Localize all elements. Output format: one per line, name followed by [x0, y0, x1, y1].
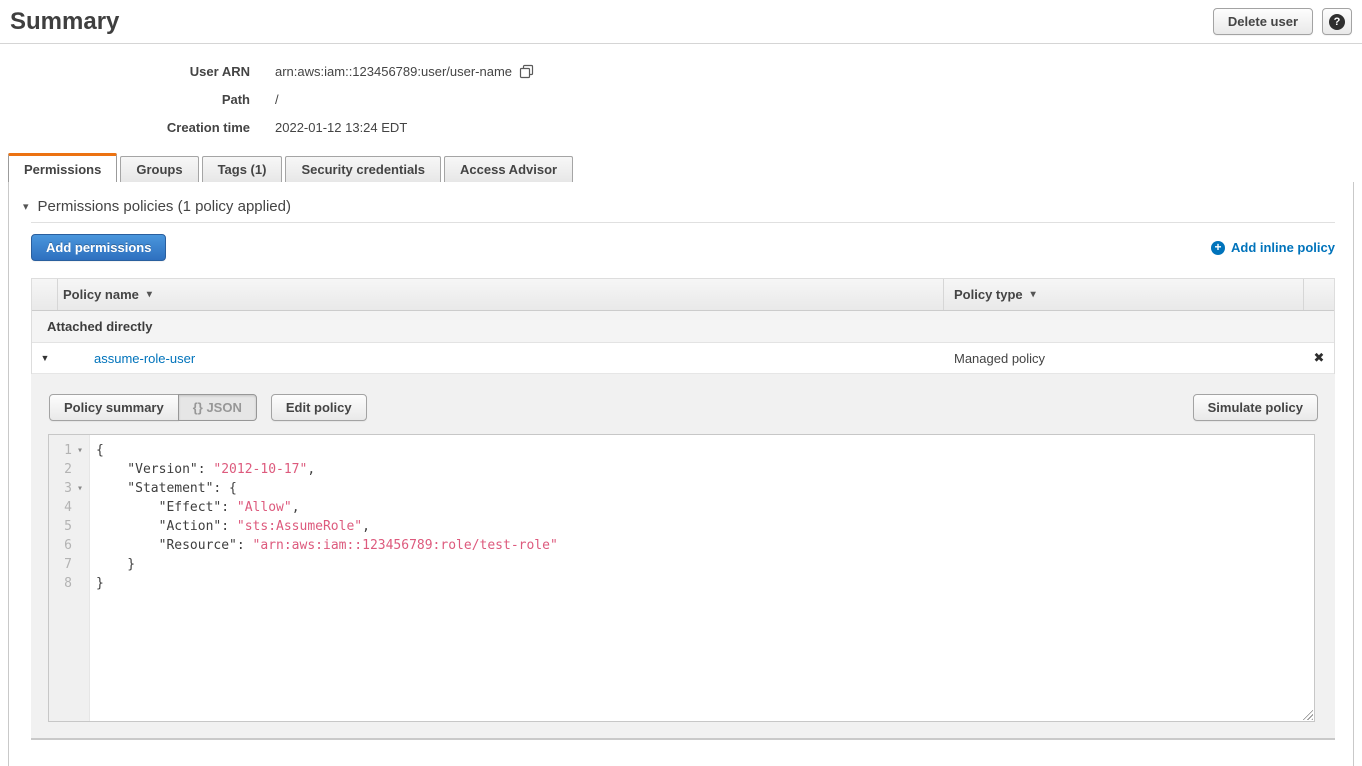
code-line: 5 "Action": "sts:AssumeRole", — [49, 517, 1314, 536]
line-number: 7 — [49, 555, 72, 574]
simulate-policy-button[interactable]: Simulate policy — [1193, 394, 1318, 421]
tab-groups[interactable]: Groups — [120, 156, 198, 182]
tab-tags[interactable]: Tags (1) — [202, 156, 283, 182]
info-row-path: Path / — [0, 92, 1362, 107]
line-number: 8 — [49, 574, 72, 593]
policy-name-column-header[interactable]: Policy name ▾ — [58, 279, 944, 310]
path-value: / — [275, 92, 279, 107]
code-line: 2 "Version": "2012-10-17", — [49, 460, 1314, 479]
line-number: 2 — [49, 460, 72, 479]
line-number: 5 — [49, 517, 72, 536]
group-row-label: Attached directly — [47, 319, 152, 334]
json-view-button[interactable]: {} JSON — [178, 394, 257, 421]
fold-spacer — [72, 460, 88, 479]
fold-spacer — [72, 498, 88, 517]
add-inline-policy-link[interactable]: + Add inline policy — [1211, 240, 1335, 255]
code-line: 4 "Effect": "Allow", — [49, 498, 1314, 517]
table-header-row: Policy name ▾ Policy type ▾ — [32, 279, 1334, 311]
policy-table-row: ▼ assume-role-user Managed policy ✖ — [32, 343, 1334, 374]
code-text: { — [90, 441, 104, 460]
tab-access-advisor[interactable]: Access Advisor — [444, 156, 573, 182]
path-label: Path — [0, 92, 250, 107]
fold-caret-icon[interactable]: ▾ — [72, 441, 88, 460]
attached-policies-table: Policy name ▾ Policy type ▾ Attached dir… — [31, 278, 1335, 374]
user-arn-label: User ARN — [0, 64, 250, 79]
permissions-policies-heading: Permissions policies (1 policy applied) — [38, 198, 291, 215]
code-text: } — [90, 574, 104, 593]
header-actions: Delete user ? — [1213, 8, 1352, 35]
section-collapse-caret-icon: ▾ — [23, 200, 29, 213]
user-arn-value: arn:aws:iam::123456789:user/user-name — [275, 64, 512, 79]
page-title: Summary — [10, 8, 119, 36]
detach-column-header — [1304, 279, 1334, 310]
fold-spacer — [72, 517, 88, 536]
policy-json-editor[interactable]: 1▾{2 "Version": "2012-10-17",3▾ "Stateme… — [48, 434, 1315, 722]
code-text: "Effect": "Allow", — [90, 498, 300, 517]
expander-column-header — [32, 279, 58, 310]
code-line: 7 } — [49, 555, 1314, 574]
tab-permissions[interactable]: Permissions — [8, 153, 117, 182]
code-text: "Statement": { — [90, 479, 237, 498]
code-text: "Resource": "arn:aws:iam::123456789:role… — [90, 536, 558, 555]
policy-type-column-header[interactable]: Policy type ▾ — [944, 279, 1304, 310]
code-text: } — [90, 555, 135, 574]
add-inline-policy-label: Add inline policy — [1231, 240, 1335, 255]
info-row-user-arn: User ARN arn:aws:iam::123456789:user/use… — [0, 64, 1362, 79]
fold-spacer — [72, 574, 88, 593]
help-button[interactable]: ? — [1322, 8, 1352, 35]
line-number: 1 — [49, 441, 72, 460]
code-line: 6 "Resource": "arn:aws:iam::123456789:ro… — [49, 536, 1314, 555]
code-line: 8} — [49, 574, 1314, 593]
creation-time-value: 2022-01-12 13:24 EDT — [275, 120, 407, 135]
user-arn-value-wrap: arn:aws:iam::123456789:user/user-name — [275, 64, 534, 79]
attached-directly-group-row: Attached directly — [32, 311, 1334, 343]
code-text: "Version": "2012-10-17", — [90, 460, 315, 479]
row-expander-icon[interactable]: ▼ — [32, 353, 58, 363]
code-lines: 1▾{2 "Version": "2012-10-17",3▾ "Stateme… — [49, 435, 1314, 593]
line-number: 4 — [49, 498, 72, 517]
policy-detail-toolbar: Policy summary {} JSON Edit policy Simul… — [31, 374, 1335, 421]
policy-detail-panel: Policy summary {} JSON Edit policy Simul… — [31, 374, 1335, 740]
page-header: Summary Delete user ? — [0, 0, 1362, 44]
user-info-section: User ARN arn:aws:iam::123456789:user/use… — [0, 44, 1362, 153]
editor-resize-grip-icon[interactable] — [1300, 707, 1313, 720]
line-number: 6 — [49, 536, 72, 555]
line-number: 3 — [49, 479, 72, 498]
permissions-tab-content: ▾ Permissions policies (1 policy applied… — [8, 182, 1354, 766]
fold-caret-icon[interactable]: ▾ — [72, 479, 88, 498]
fold-spacer — [72, 555, 88, 574]
policy-type-column-label: Policy type — [954, 287, 1023, 302]
creation-time-label: Creation time — [0, 120, 250, 135]
code-line: 3▾ "Statement": { — [49, 479, 1314, 498]
copy-icon[interactable] — [519, 64, 534, 79]
policy-actions-row: Add permissions + Add inline policy — [31, 234, 1335, 261]
code-text: "Action": "sts:AssumeRole", — [90, 517, 370, 536]
policy-name-column-label: Policy name — [63, 287, 139, 302]
fold-spacer — [72, 536, 88, 555]
policy-name-link[interactable]: assume-role-user — [94, 351, 195, 366]
sort-caret-icon: ▾ — [1031, 289, 1036, 300]
edit-policy-button[interactable]: Edit policy — [271, 394, 367, 421]
sort-caret-icon: ▾ — [147, 289, 152, 300]
permissions-policies-section-toggle[interactable]: ▾ Permissions policies (1 policy applied… — [9, 182, 1353, 215]
delete-user-button[interactable]: Delete user — [1213, 8, 1313, 35]
tab-strip: Permissions Groups Tags (1) Security cre… — [0, 153, 1362, 182]
help-icon: ? — [1329, 14, 1345, 30]
code-line: 1▾{ — [49, 441, 1314, 460]
plus-circle-icon: + — [1211, 241, 1225, 255]
policy-summary-button[interactable]: Policy summary — [49, 394, 179, 421]
section-divider — [31, 222, 1335, 223]
detach-policy-icon[interactable]: ✖ — [1304, 350, 1334, 366]
policy-type-cell: Managed policy — [944, 351, 1304, 366]
tab-security-credentials[interactable]: Security credentials — [285, 156, 441, 182]
add-permissions-button[interactable]: Add permissions — [31, 234, 166, 261]
info-row-creation-time: Creation time 2022-01-12 13:24 EDT — [0, 120, 1362, 135]
